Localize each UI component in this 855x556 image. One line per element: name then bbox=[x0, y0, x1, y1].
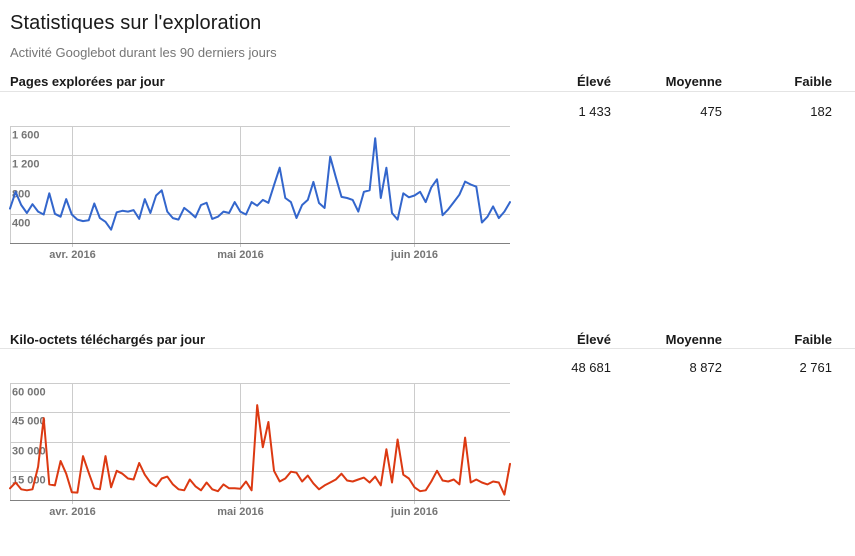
column-header-low: Faible bbox=[712, 332, 832, 347]
section-label-pages-crawled: Pages explorées par jour bbox=[10, 74, 165, 89]
svg-text:60 000: 60 000 bbox=[12, 387, 46, 399]
kilobytes-high-value: 48 681 bbox=[491, 360, 611, 375]
svg-text:avr. 2016: avr. 2016 bbox=[49, 506, 96, 518]
kilobytes-average-value: 8 872 bbox=[602, 360, 722, 375]
kilobytes-low-value: 2 761 bbox=[712, 360, 832, 375]
column-header-high: Élevé bbox=[491, 332, 611, 347]
column-header-high: Élevé bbox=[491, 74, 611, 89]
kilobytes-downloaded-chart: 15 00030 00045 00060 000avr. 2016mai 201… bbox=[10, 377, 514, 522]
svg-text:avr. 2016: avr. 2016 bbox=[49, 249, 96, 261]
column-header-low: Faible bbox=[712, 74, 832, 89]
svg-text:1 200: 1 200 bbox=[12, 159, 40, 171]
svg-text:1 600: 1 600 bbox=[12, 130, 40, 142]
column-header-average: Moyenne bbox=[602, 74, 722, 89]
section-separator bbox=[0, 348, 855, 349]
page-title: Statistiques sur l'exploration bbox=[10, 12, 261, 35]
svg-text:45 000: 45 000 bbox=[12, 416, 46, 428]
svg-text:mai 2016: mai 2016 bbox=[217, 506, 263, 518]
svg-text:mai 2016: mai 2016 bbox=[217, 249, 263, 261]
column-header-average: Moyenne bbox=[602, 332, 722, 347]
svg-text:juin 2016: juin 2016 bbox=[390, 506, 438, 518]
section-label-kilobytes-downloaded: Kilo-octets téléchargés par jour bbox=[10, 332, 205, 347]
section-separator bbox=[0, 91, 855, 92]
svg-text:400: 400 bbox=[12, 218, 30, 230]
svg-text:juin 2016: juin 2016 bbox=[390, 249, 438, 261]
page-subtitle: Activité Googlebot durant les 90 dernier… bbox=[10, 45, 277, 60]
pages-crawled-average-value: 475 bbox=[602, 104, 722, 119]
pages-crawled-high-value: 1 433 bbox=[491, 104, 611, 119]
pages-crawled-chart: 4008001 2001 600avr. 2016mai 2016juin 20… bbox=[10, 120, 514, 265]
pages-crawled-low-value: 182 bbox=[712, 104, 832, 119]
